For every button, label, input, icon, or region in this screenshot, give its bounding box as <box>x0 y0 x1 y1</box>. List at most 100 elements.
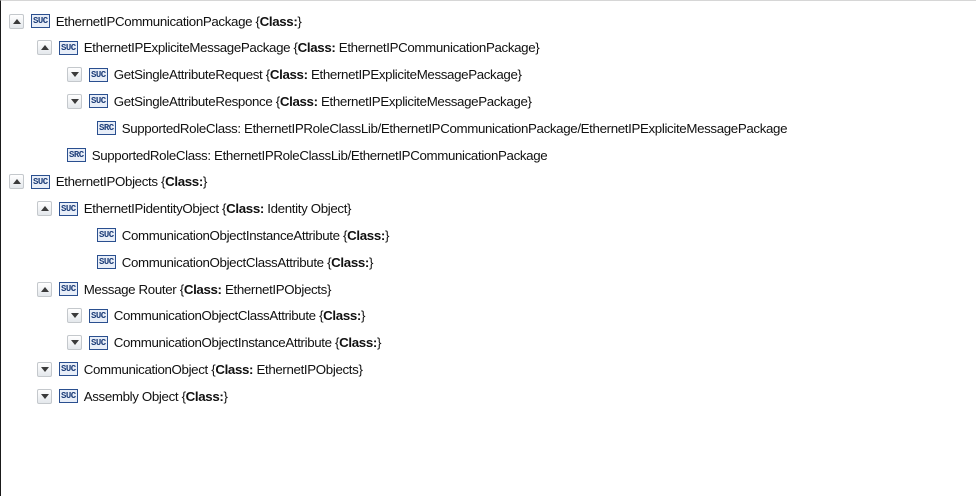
class-label: Class: <box>323 308 361 324</box>
class-value: EthernetIPObjects <box>253 361 359 377</box>
class-close-brace: } <box>376 335 382 351</box>
tree-row[interactable]: SUC EthernetIPCommunicationPackage {Class… <box>9 10 302 32</box>
collapse-toggle-icon[interactable] <box>37 201 52 217</box>
class-close-brace: } <box>384 227 390 243</box>
class-label: Class: <box>339 335 377 351</box>
tree-row[interactable]: SUC CommunicationObjectInstanceAttribute … <box>97 224 389 246</box>
class-label: Class: <box>279 93 318 109</box>
node-name: EthernetIPObjects <box>55 174 158 190</box>
class-close-brace: } <box>517 67 522 83</box>
node-name: Assembly Object <box>83 388 179 404</box>
class-close-brace: } <box>535 40 540 56</box>
tree-row[interactable]: SUC EthernetIPidentityObject {Class: Iden… <box>37 198 351 220</box>
tree-row[interactable]: SUC CommunicationObject {Class: EthernetI… <box>37 358 363 380</box>
system-unit-class-icon: SUC <box>59 362 78 377</box>
tree-row[interactable]: SUC CommunicationObjectClassAttribute {Cl… <box>97 251 373 273</box>
class-close-brace: } <box>223 388 228 404</box>
system-unit-class-icon: SUC <box>97 255 116 270</box>
node-name: EthernetIPCommunicationPackage <box>55 13 253 29</box>
node-label: EthernetIPCommunicationPackage {Class:} <box>56 14 302 29</box>
node-label: CommunicationObjectInstanceAttribute {Cl… <box>113 335 382 351</box>
class-close-brace: } <box>347 201 352 217</box>
node-name: CommunicationObjectClassAttribute <box>113 308 316 324</box>
system-unit-class-icon: SUC <box>31 174 50 189</box>
tree-view[interactable]: SUC EthernetIPCommunicationPackage {Class… <box>0 0 976 496</box>
class-value: EthernetIPCommunicationPackage <box>335 40 536 56</box>
tree-row[interactable]: SUC GetSingleAttributeResponce {Class: Et… <box>67 90 532 112</box>
tree-row[interactable]: SUC CommunicationObjectClassAttribute {Cl… <box>67 305 365 327</box>
class-open-brace: { <box>272 93 280 109</box>
class-label: Class: <box>347 227 385 243</box>
node-label: SupportedRoleClass: EthernetIPRoleClassL… <box>92 148 548 163</box>
expand-toggle-icon[interactable] <box>67 308 82 324</box>
node-name: GetSingleAttributeRequest <box>113 67 263 83</box>
expand-toggle-icon[interactable] <box>67 67 82 83</box>
tree-row[interactable]: SUC GetSingleAttributeRequest {Class: Eth… <box>67 64 522 86</box>
tree-row[interactable]: SRC SupportedRoleClass: EthernetIPRoleCla… <box>67 144 548 166</box>
class-label: Class: <box>269 67 308 83</box>
system-unit-class-icon: SUC <box>31 14 50 28</box>
node-label: CommunicationObjectClassAttribute {Class… <box>121 254 374 270</box>
node-name: SupportedRoleClass: EthernetIPRoleClassL… <box>91 147 548 163</box>
node-label: GetSingleAttributeResponce {Class: Ether… <box>114 94 532 109</box>
expand-toggle-icon[interactable] <box>67 335 82 351</box>
class-close-brace: } <box>297 13 302 29</box>
node-name: Message Router <box>83 281 177 297</box>
class-open-brace: { <box>252 13 260 29</box>
class-label: Class: <box>226 201 264 217</box>
collapse-toggle-icon[interactable] <box>9 13 24 29</box>
expand-toggle-icon[interactable] <box>37 361 52 377</box>
tree-row[interactable]: SUC EthernetIPObjects {Class:} <box>9 171 207 193</box>
class-open-brace: { <box>178 388 186 404</box>
class-label: Class: <box>185 388 224 404</box>
system-unit-class-icon: SUC <box>89 67 108 82</box>
node-label: CommunicationObject {Class: EthernetIPOb… <box>84 362 363 377</box>
node-name: CommunicationObject <box>83 361 209 377</box>
tree-row[interactable]: SUC Assembly Object {Class:} <box>37 385 228 407</box>
class-label: Class: <box>297 40 336 56</box>
supported-role-class-icon: SRC <box>97 121 116 136</box>
system-unit-class-icon: SUC <box>89 335 108 350</box>
collapse-toggle-icon[interactable] <box>37 281 52 297</box>
node-label: EthernetIPObjects {Class:} <box>55 174 208 190</box>
class-close-brace: } <box>358 361 363 377</box>
class-label: Class: <box>331 254 369 270</box>
node-label: EthernetIPidentityObject {Class: Identit… <box>83 201 352 217</box>
system-unit-class-icon: SUC <box>89 308 108 323</box>
node-label: EthernetIPExpliciteMessagePackage {Class… <box>84 40 540 55</box>
system-unit-class-icon: SUC <box>59 389 78 404</box>
tree-row[interactable]: SUC EthernetIPExpliciteMessagePackage {Cl… <box>37 37 540 59</box>
node-name: GetSingleAttributeResponce <box>113 93 273 109</box>
collapse-toggle-icon[interactable] <box>9 174 24 190</box>
node-name: CommunicationObjectInstanceAttribute <box>113 335 332 351</box>
tree-row[interactable]: SUC Message Router {Class: EthernetIPObje… <box>37 278 331 300</box>
node-name: EthernetIPExpliciteMessagePackage <box>83 40 291 56</box>
tree-row[interactable]: SRC SupportedRoleClass: EthernetIPRoleCla… <box>97 117 788 139</box>
class-open-brace: { <box>157 174 166 190</box>
tree-row[interactable]: SUC CommunicationObjectInstanceAttribute … <box>67 332 381 354</box>
class-open-brace: { <box>262 67 270 83</box>
node-name: SupportedRoleClass: EthernetIPRoleClassL… <box>121 120 788 136</box>
class-value: Identity Object <box>263 201 348 217</box>
class-value: EthernetIPObjects <box>221 281 327 297</box>
class-label: Class: <box>165 174 203 190</box>
collapse-toggle-icon[interactable] <box>37 40 52 56</box>
class-close-brace: } <box>368 254 374 270</box>
node-label: CommunicationObjectClassAttribute {Class… <box>113 308 366 324</box>
class-label: Class: <box>215 361 254 377</box>
class-close-brace: } <box>360 308 366 324</box>
node-label: GetSingleAttributeRequest {Class: Ethern… <box>114 67 522 82</box>
class-open-brace: { <box>176 281 184 297</box>
expand-toggle-icon[interactable] <box>37 388 52 404</box>
node-label: CommunicationObjectInstanceAttribute {Cl… <box>122 227 390 243</box>
class-value: EthernetIPExpliciteMessagePackage <box>307 67 518 83</box>
node-name: CommunicationObjectClassAttribute <box>121 254 324 270</box>
system-unit-class-icon: SUC <box>59 201 78 216</box>
system-unit-class-icon: SUC <box>59 40 78 55</box>
class-open-brace: { <box>290 40 298 56</box>
class-close-brace: } <box>326 281 332 297</box>
node-name: EthernetIPidentityObject <box>83 201 219 217</box>
system-unit-class-icon: SUC <box>89 94 108 109</box>
expand-toggle-icon[interactable] <box>67 93 82 109</box>
system-unit-class-icon: SUC <box>97 228 116 243</box>
